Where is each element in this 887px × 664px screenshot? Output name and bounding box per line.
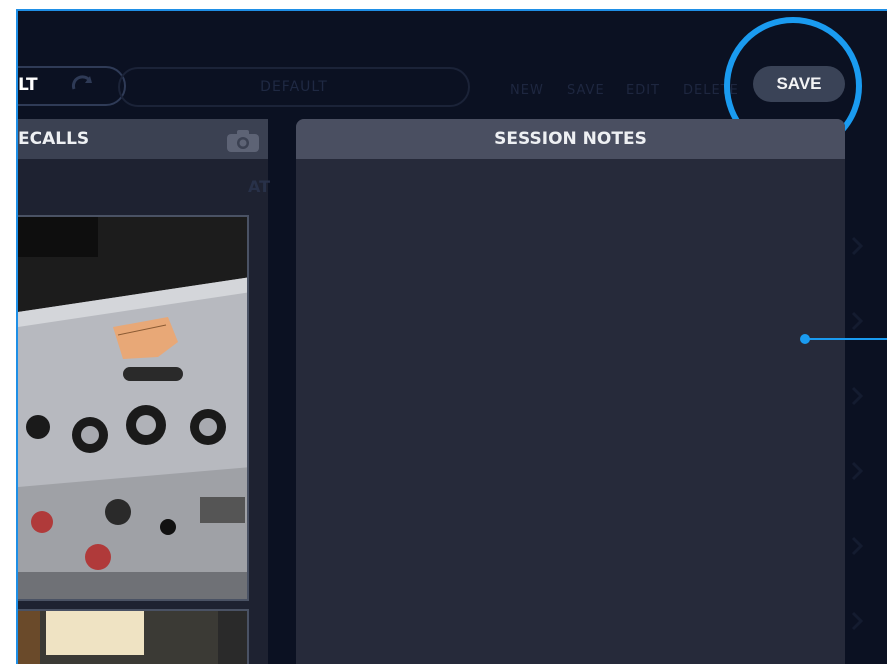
- chevron-right-icon: [851, 311, 864, 331]
- session-notes-panel: SESSION NOTES: [296, 119, 845, 664]
- recall-photo: [18, 611, 247, 664]
- chevron-right-icon: [851, 611, 864, 631]
- app-window: LT DEFAULT NEW SAVE EDIT DELETE SAVE ECA…: [18, 11, 887, 664]
- recall-thumbnail[interactable]: [18, 215, 249, 601]
- recalls-panel: ECALLS: [18, 119, 268, 664]
- edit-button[interactable]: EDIT: [626, 83, 660, 98]
- recall-photo: [18, 217, 247, 599]
- session-notes-textarea[interactable]: [296, 159, 845, 664]
- session-notes-title: SESSION NOTES: [494, 129, 647, 149]
- frame-border-left: [16, 9, 18, 664]
- preset-label: LT: [18, 75, 38, 95]
- background-label: AT: [248, 177, 271, 196]
- session-notes-header: SESSION NOTES: [296, 119, 845, 159]
- recalls-title: ECALLS: [18, 129, 90, 149]
- reload-icon[interactable]: [70, 75, 96, 97]
- chevron-right-icon: [851, 386, 864, 406]
- new-button[interactable]: NEW: [510, 83, 544, 98]
- recall-thumbnail[interactable]: [18, 609, 249, 664]
- frame-border-top: [16, 9, 887, 11]
- save-action-button[interactable]: SAVE: [567, 83, 605, 98]
- preset-name-field[interactable]: DEFAULT: [118, 67, 470, 107]
- recalls-header: ECALLS: [18, 119, 268, 159]
- preset-name-placeholder: DEFAULT: [260, 79, 328, 95]
- annotation-pointer-line: [808, 338, 887, 340]
- chevron-right-icon: [851, 461, 864, 481]
- chevron-right-icon: [851, 236, 864, 256]
- chevron-right-icon: [851, 536, 864, 556]
- camera-icon[interactable]: [226, 129, 260, 153]
